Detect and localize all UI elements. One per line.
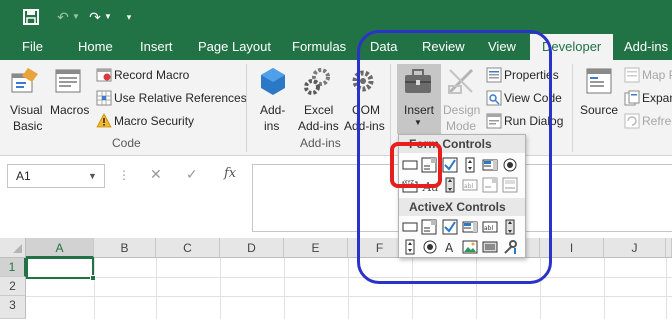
map-properties-label: Map P	[642, 68, 672, 82]
visual-basic-icon[interactable]	[10, 66, 40, 96]
active-cell-a1[interactable]	[26, 257, 94, 279]
insert-function-icon[interactable]: fx	[224, 166, 236, 181]
record-macro-icon[interactable]	[96, 67, 112, 83]
gridline	[604, 258, 605, 319]
column-header-e[interactable]: E	[284, 238, 348, 258]
gridline	[26, 277, 672, 278]
macro-security-label[interactable]: Macro Security	[114, 114, 194, 128]
expansion-packs-icon[interactable]	[624, 90, 640, 106]
excel-add-ins-label-2[interactable]: Add-ins	[298, 119, 339, 133]
add-ins-label-2[interactable]: ins	[264, 119, 279, 133]
formula-bar-grip-icon[interactable]: ⋮	[118, 168, 130, 182]
visual-basic-label-2[interactable]: Basic	[13, 119, 42, 133]
macros-label[interactable]: Macros	[50, 103, 89, 117]
record-macro-label[interactable]: Record Macro	[114, 68, 189, 82]
refresh-data-icon	[624, 113, 640, 129]
red-highlight-annotation	[390, 142, 442, 188]
ribbon-separator	[246, 64, 247, 152]
add-ins-label-1[interactable]: Add-	[260, 103, 285, 117]
column-header-j[interactable]: J	[604, 238, 666, 258]
map-properties-icon	[624, 67, 640, 83]
gridline	[220, 258, 221, 319]
tab-formulas[interactable]: Formulas	[292, 34, 346, 60]
select-all-icon	[13, 244, 22, 253]
undo-dropdown-icon[interactable]: ▼	[72, 6, 80, 28]
column-header-a[interactable]: A	[26, 238, 94, 258]
visual-basic-label-1[interactable]: Visual	[10, 103, 42, 117]
add-ins-group-label: Add-ins	[300, 136, 341, 150]
tab-insert[interactable]: Insert	[140, 34, 173, 60]
redo-icon[interactable]: ↷	[86, 6, 104, 28]
cancel-icon[interactable]: ✕	[150, 166, 162, 183]
ribbon-separator	[572, 64, 573, 152]
column-header-k[interactable]	[666, 238, 672, 258]
tab-page-layout[interactable]: Page Layout	[198, 34, 271, 60]
source-label[interactable]: Source	[580, 103, 618, 117]
warning-icon[interactable]	[96, 113, 112, 129]
macros-icon[interactable]	[54, 66, 84, 96]
blue-highlight-annotation	[357, 30, 552, 284]
save-icon[interactable]	[20, 6, 42, 28]
tab-home[interactable]: Home	[78, 34, 113, 60]
refresh-data-label: Refre	[642, 114, 672, 128]
code-group-label: Code	[112, 136, 141, 150]
relative-references-icon[interactable]	[96, 90, 112, 106]
gridline	[348, 258, 349, 319]
column-header-c[interactable]: C	[156, 238, 220, 258]
gridline	[284, 258, 285, 319]
excel-add-ins-label-1[interactable]: Excel	[304, 103, 333, 117]
enter-icon[interactable]: ✓	[186, 166, 198, 183]
tab-add-ins[interactable]: Add-ins	[624, 34, 668, 60]
row-header-2[interactable]: 2	[0, 277, 26, 296]
tab-file[interactable]: File	[22, 34, 43, 60]
expansion-packs-label[interactable]: Expan	[642, 91, 672, 105]
source-icon[interactable]	[584, 66, 614, 96]
title-bar: ↶ ▼ ↷ ▼ ▾	[0, 0, 672, 34]
name-box-dropdown-icon[interactable]: ▼	[88, 171, 97, 181]
gridline	[156, 258, 157, 319]
customize-qat-icon[interactable]: ▾	[122, 6, 136, 28]
fill-handle[interactable]	[90, 275, 96, 281]
column-header-b[interactable]: B	[94, 238, 156, 258]
ribbon-tabs: File Home Insert Page Layout Formulas Da…	[0, 34, 672, 60]
column-header-d[interactable]: D	[220, 238, 284, 258]
row-header-1[interactable]: 1	[0, 258, 26, 277]
name-box-value: A1	[16, 169, 31, 183]
use-relative-references-label[interactable]: Use Relative References	[114, 91, 247, 105]
redo-dropdown-icon[interactable]: ▼	[104, 6, 112, 28]
gridline	[666, 258, 667, 319]
row-header-3[interactable]: 3	[0, 296, 26, 319]
add-ins-icon[interactable]	[258, 66, 288, 96]
gridline	[94, 258, 95, 319]
undo-icon[interactable]: ↶	[54, 6, 72, 28]
excel-add-ins-gear-icon[interactable]	[302, 66, 332, 96]
gridline	[26, 296, 672, 297]
